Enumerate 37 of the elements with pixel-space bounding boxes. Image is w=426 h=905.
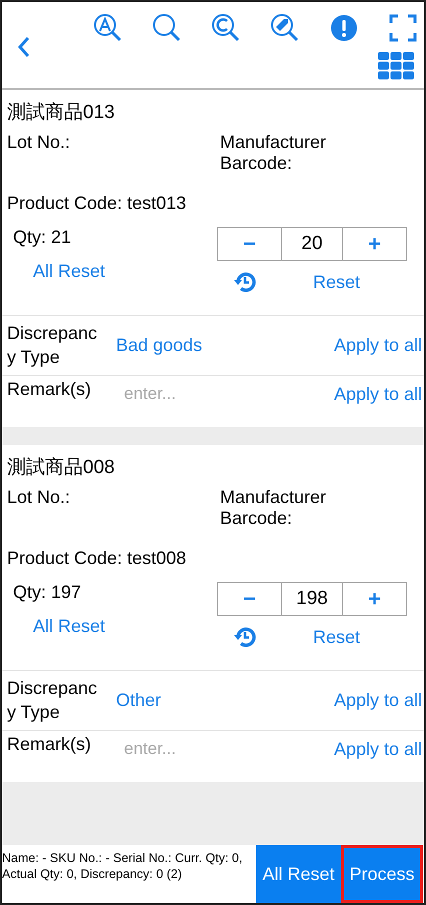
all-reset-link[interactable]: All Reset	[33, 616, 217, 637]
apply-to-all-link[interactable]: Apply to all	[334, 384, 424, 405]
remark-label: Remark(s)	[6, 378, 92, 401]
reset-link[interactable]: Reset	[313, 272, 360, 292]
barcode-label: Manufacturer Barcode:	[220, 132, 328, 175]
discrepancy-type-label: Discrepancy Type	[6, 677, 98, 724]
qty-text: Qty: 21	[13, 227, 72, 248]
discrepancy-type-select[interactable]: Bad goods	[103, 335, 326, 356]
barcode-label: Manufacturer Barcode:	[220, 487, 328, 530]
scan-icon[interactable]	[387, 12, 419, 44]
apply-to-all-link[interactable]: Apply to all	[334, 335, 424, 356]
product-code: Product Code: test008	[7, 548, 188, 570]
all-reset-link[interactable]: All Reset	[33, 261, 217, 282]
summary-text: Name: - SKU No.: - Serial No.: Curr. Qty: 0, Actual Qty: 0, Discrepancy: 0 (2)	[2, 850, 244, 884]
apply-to-all-link[interactable]: Apply to all	[334, 690, 424, 711]
history-icon[interactable]	[233, 270, 257, 294]
apply-to-all-link[interactable]: Apply to all	[334, 739, 424, 760]
footer-button[interactable]: All Reset	[256, 845, 341, 903]
discrepancy-type-label: Discrepancy Type	[6, 322, 98, 369]
product-name: 測試商品013	[7, 101, 116, 125]
alert-icon[interactable]	[328, 12, 360, 44]
footer-button[interactable]: Process	[341, 845, 423, 903]
remark-label: Remark(s)	[6, 733, 92, 756]
product-code: Product Code: test013	[7, 193, 188, 215]
back-button[interactable]	[16, 36, 32, 58]
lot-label: Lot No.:	[6, 487, 72, 509]
product-name: 測試商品008	[7, 456, 116, 480]
grid-menu-icon[interactable]	[378, 52, 414, 80]
qty-text: Qty: 197	[13, 582, 82, 603]
circle-letter-search-icon[interactable]	[210, 12, 242, 44]
reset-link[interactable]: Reset	[313, 626, 360, 648]
letter-search-icon[interactable]	[92, 12, 124, 44]
search-icon[interactable]	[151, 12, 183, 44]
lot-label: Lot No.:	[6, 132, 72, 154]
tag-search-icon[interactable]	[269, 12, 301, 44]
discrepancy-type-select[interactable]: Other	[103, 690, 326, 711]
history-icon[interactable]	[233, 625, 257, 649]
